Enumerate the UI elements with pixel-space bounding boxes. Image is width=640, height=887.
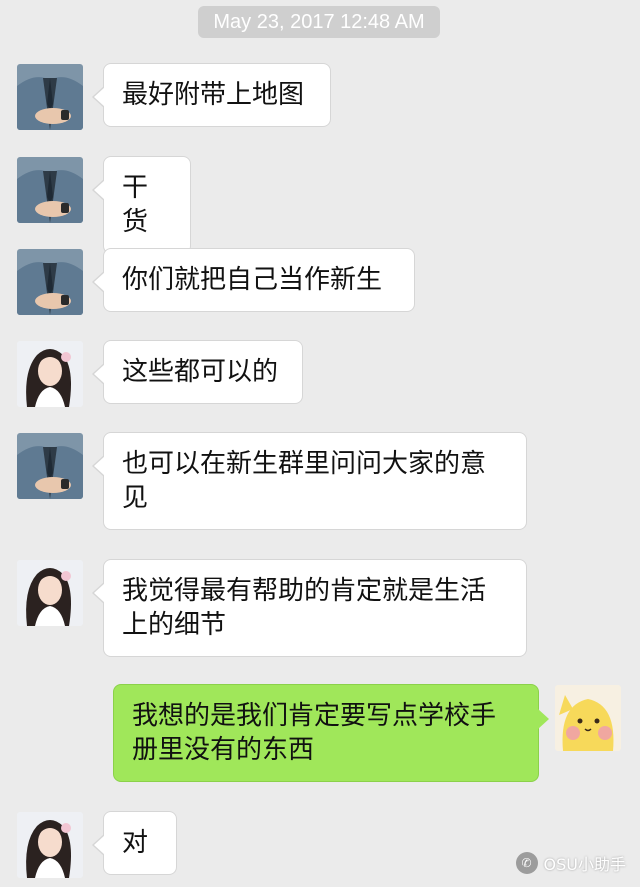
avatar-male-user[interactable] bbox=[17, 433, 83, 499]
timestamp-label: May 23, 2017 12:48 AM bbox=[198, 6, 440, 38]
message-bubble-4[interactable]: 这些都可以的 bbox=[92, 340, 303, 404]
message-bubble-8[interactable]: 对 bbox=[92, 811, 177, 875]
message-bubble-7-outgoing[interactable]: 我想的是我们肯定要写点学校手册里没有的东西 bbox=[113, 684, 549, 782]
avatar-female-user[interactable] bbox=[17, 341, 83, 407]
message-bubble-1[interactable]: 最好附带上地图 bbox=[92, 63, 331, 127]
message-bubble-6[interactable]: 我觉得最有帮助的肯定就是生活上的细节 bbox=[92, 559, 527, 657]
message-bubble-3[interactable]: 你们就把自己当作新生 bbox=[92, 248, 415, 312]
wechat-icon: ✆ bbox=[515, 852, 538, 874]
avatar-self-pikachu[interactable] bbox=[555, 685, 621, 751]
avatar-female-user[interactable] bbox=[17, 812, 83, 878]
avatar-male-user[interactable] bbox=[17, 64, 83, 130]
message-bubble-2[interactable]: 干货 bbox=[92, 156, 191, 254]
watermark: ✆ OSU小助手 bbox=[515, 851, 626, 875]
avatar-male-user[interactable] bbox=[17, 157, 83, 223]
message-bubble-5[interactable]: 也可以在新生群里问问大家的意见 bbox=[92, 432, 527, 530]
avatar-female-user[interactable] bbox=[17, 560, 83, 626]
avatar-male-user[interactable] bbox=[17, 249, 83, 315]
watermark-text: OSU小助手 bbox=[543, 855, 626, 874]
